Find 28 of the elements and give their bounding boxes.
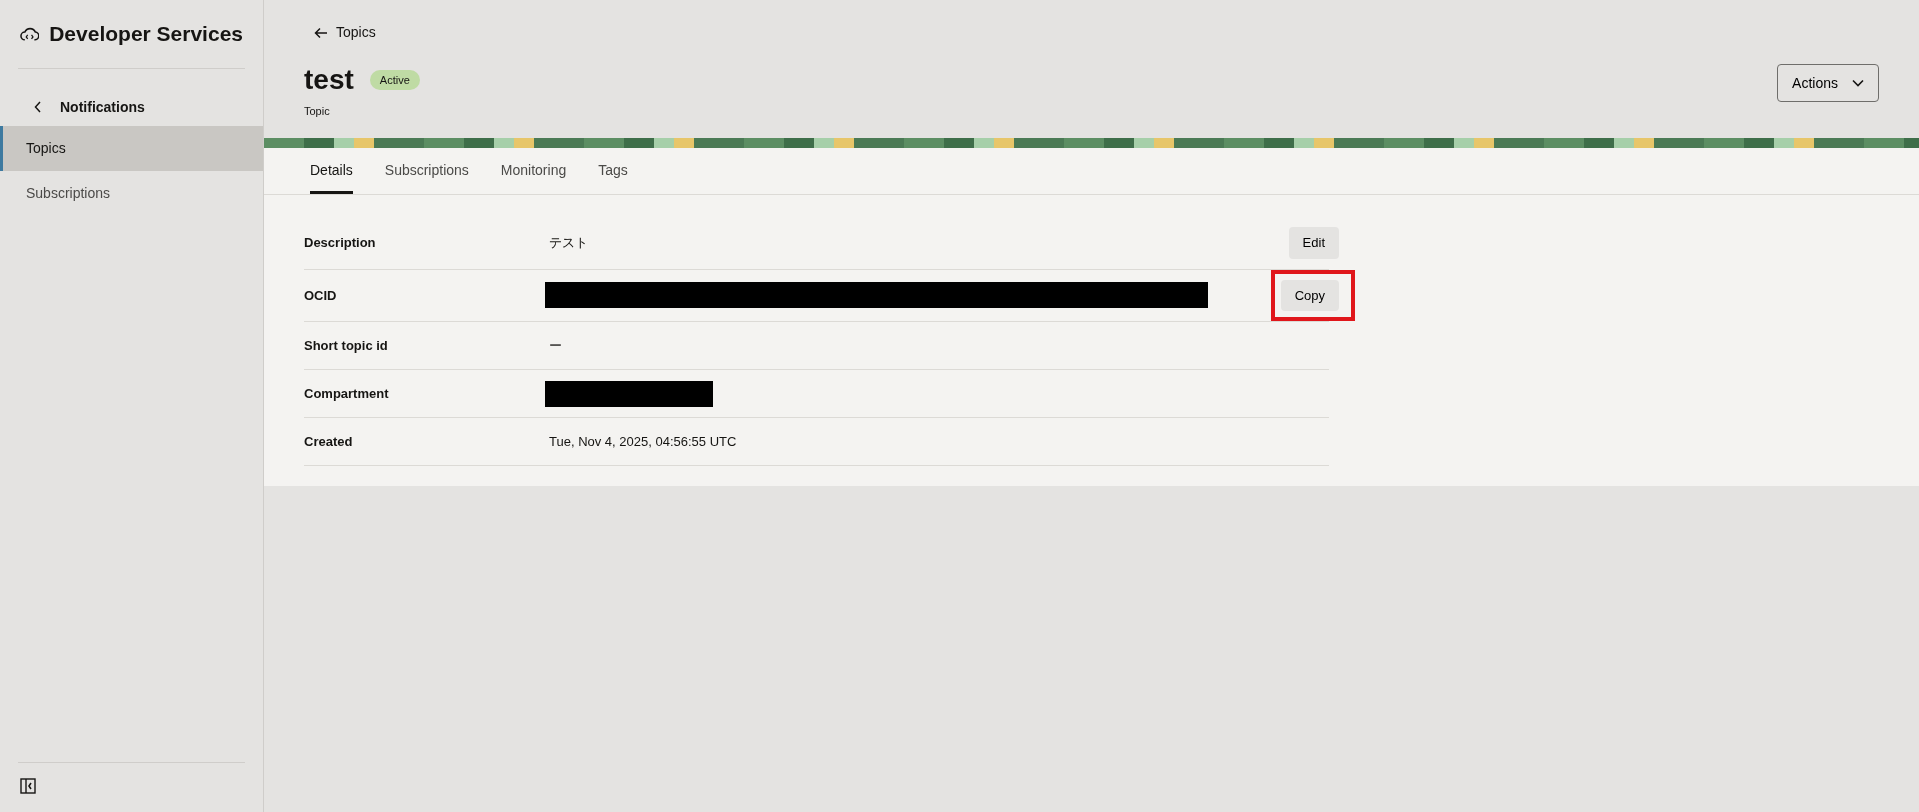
detail-label: Compartment (304, 384, 390, 403)
detail-label: Created (304, 432, 354, 451)
detail-value: テスト (549, 234, 588, 252)
tab[interactable]: Details (310, 148, 353, 194)
tab[interactable]: Subscriptions (384, 148, 469, 194)
page-title: test (304, 63, 354, 97)
detail-value: ー (549, 336, 562, 355)
sidebar-title: Developer Services (49, 21, 243, 47)
detail-label: Short topic id (304, 336, 389, 355)
status-badge: Active (369, 69, 420, 91)
page-subtitle: Topic (304, 104, 331, 119)
breadcrumb-link[interactable]: Topics (304, 22, 420, 43)
back-link[interactable]: Notifications (0, 68, 263, 126)
detail-value: Tue, Nov 4, 2025, 04:56:55 UTC (549, 432, 737, 451)
tab[interactable]: Tags (598, 148, 628, 194)
detail-label: OCID (304, 286, 338, 305)
action-button[interactable]: Edit (1288, 227, 1339, 259)
detail-label: Description (304, 234, 377, 252)
actions-button[interactable]: Actions (1777, 64, 1879, 102)
sidebar-item[interactable]: Topics (0, 125, 263, 171)
chevron-left-icon (34, 101, 42, 113)
action-button[interactable]: Copy (1280, 279, 1339, 311)
arrow-left-icon (314, 26, 328, 39)
sidebar-item[interactable]: Subscriptions (0, 170, 263, 216)
back-label: Notifications (60, 97, 145, 117)
chevron-down-icon (1852, 79, 1864, 87)
collapse-sidebar-icon[interactable] (20, 778, 36, 795)
tab[interactable]: Monitoring (500, 148, 567, 194)
